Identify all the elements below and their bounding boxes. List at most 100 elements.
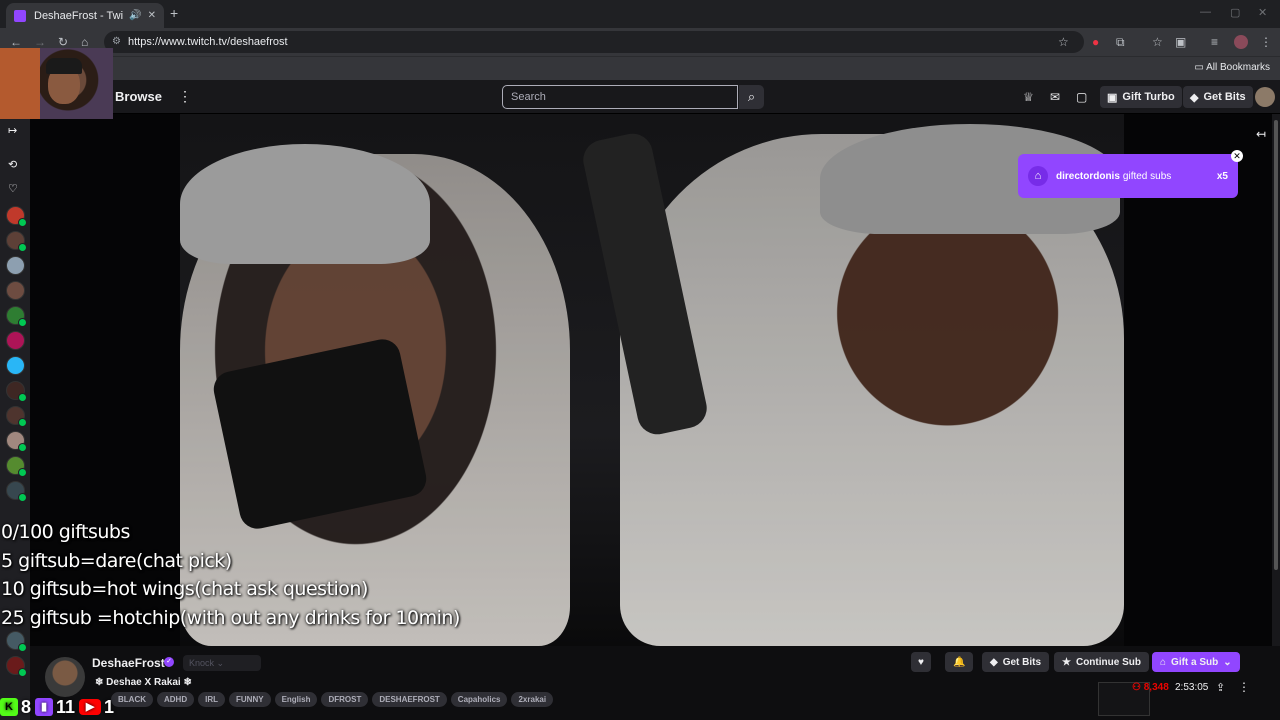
- reload-icon[interactable]: ↻: [58, 35, 68, 49]
- stream-title: ❄ Deshae X Rakai ❄: [95, 677, 192, 688]
- collapse-chat-icon[interactable]: ↤: [1256, 127, 1266, 141]
- search-input[interactable]: Search: [502, 85, 738, 109]
- channel-name[interactable]: DeshaeFrost: [92, 656, 165, 670]
- recommended-icon[interactable]: ⟲: [8, 158, 17, 171]
- speaker-icon[interactable]: 🔊: [129, 10, 141, 21]
- side-panel-icon[interactable]: ▣: [1175, 35, 1186, 49]
- followed-channel-avatar[interactable]: [6, 356, 25, 375]
- continue-sub-label: Continue Sub: [1075, 656, 1141, 668]
- site-info-icon[interactable]: ⚙: [112, 36, 121, 47]
- live-dot: [18, 218, 27, 227]
- tag[interactable]: BLACK: [111, 692, 153, 707]
- platform-viewer-counters: K 8 ▮ 11 ▶ 1: [0, 694, 114, 720]
- tag[interactable]: English: [274, 692, 318, 707]
- heart-icon: ♥: [918, 656, 924, 668]
- followed-channel-avatar[interactable]: [6, 656, 27, 677]
- twitch-logo-icon: ▮: [35, 698, 54, 716]
- home-icon[interactable]: ⌂: [81, 35, 88, 49]
- followed-channel-avatar[interactable]: [6, 281, 25, 300]
- overlay-line: 5 giftsub=dare(chat pick): [1, 549, 232, 572]
- browser-menu-icon[interactable]: ⋮: [1260, 35, 1272, 49]
- new-tab-button[interactable]: +: [170, 5, 178, 21]
- get-bits-top-button[interactable]: ◆ Get Bits: [1183, 86, 1253, 108]
- whispers-icon[interactable]: ▢: [1076, 90, 1087, 104]
- more-options-icon[interactable]: ⋮: [1238, 680, 1250, 694]
- extension-icon[interactable]: ●: [1092, 35, 1099, 49]
- followed-channel-avatar[interactable]: [6, 381, 27, 402]
- live-dot: [18, 393, 27, 402]
- chevron-down-icon: ⌄: [216, 658, 225, 668]
- all-bookmarks-button[interactable]: ▭ All Bookmarks: [1194, 62, 1270, 73]
- twitch-counter: ▮ 11: [35, 697, 75, 718]
- get-bits-button[interactable]: ◆ Get Bits: [982, 652, 1050, 672]
- user-avatar[interactable]: [1255, 87, 1275, 107]
- reading-list-icon[interactable]: ☆: [1152, 35, 1163, 49]
- gift-sub-goals-overlay: 0/100 giftsubs 5 giftsub=dare(chat pick)…: [1, 518, 460, 632]
- more-options-icon[interactable]: ⋮: [178, 88, 192, 105]
- gifter-username: directordonis: [1056, 170, 1120, 182]
- gifted-subs-notification[interactable]: ⌂ directordonis gifted subs x5: [1018, 154, 1238, 198]
- gift-a-sub-button[interactable]: ⌂ Gift a Sub ⌄: [1152, 652, 1240, 672]
- followed-channel-avatar[interactable]: [6, 306, 27, 327]
- back-icon[interactable]: ←: [10, 35, 22, 49]
- tab-close-icon[interactable]: ✕: [148, 10, 156, 21]
- followed-channel-avatar[interactable]: [6, 481, 27, 502]
- gift-count: x5: [1216, 170, 1228, 182]
- maximize-icon[interactable]: ▢: [1230, 6, 1240, 19]
- tag[interactable]: DESHAEFROST: [372, 692, 447, 707]
- gift-turbo-button[interactable]: ▣ Gift Turbo: [1100, 86, 1182, 108]
- browser-toolbar: ← → ↻ ⌂ ⚙ https://www.twitch.tv/deshaefr…: [0, 28, 1280, 56]
- extensions-puzzle-icon[interactable]: ⧉: [1116, 35, 1125, 50]
- followed-channel-avatar[interactable]: [6, 456, 27, 477]
- share-icon[interactable]: ⇪: [1216, 681, 1225, 694]
- twitch-count: 11: [56, 696, 76, 717]
- kick-counter: K 8: [0, 697, 31, 718]
- close-notification-icon[interactable]: ✕: [1231, 150, 1243, 162]
- window-close-icon[interactable]: ✕: [1258, 6, 1267, 19]
- stream-uptime: 2:53:05: [1175, 682, 1209, 693]
- followed-heart-icon[interactable]: ♡: [8, 182, 18, 195]
- followed-channel-avatar[interactable]: [6, 431, 27, 452]
- tag[interactable]: 2xrakai: [511, 692, 554, 707]
- kick-logo-icon: K: [0, 698, 18, 716]
- continue-sub-button[interactable]: ★ Continue Sub: [1054, 652, 1149, 672]
- knock-button[interactable]: Knock ⌄: [183, 655, 261, 671]
- tag[interactable]: FUNNY: [229, 692, 271, 707]
- tag[interactable]: Capaholics: [450, 692, 508, 707]
- followed-channel-avatar[interactable]: [6, 256, 25, 275]
- drops-crown-icon[interactable]: ♕: [1023, 90, 1034, 104]
- tag[interactable]: DFROST: [321, 692, 369, 707]
- inbox-icon[interactable]: ✉: [1050, 90, 1060, 104]
- verified-badge-icon: ✓: [164, 657, 174, 667]
- expand-sidebar-icon[interactable]: ↦: [8, 124, 17, 137]
- followed-channel-avatar[interactable]: [6, 631, 27, 652]
- followed-channel-avatar[interactable]: [6, 406, 27, 427]
- stream-tags: BLACK ADHD IRL FUNNY English DFROST DESH…: [111, 692, 554, 707]
- tag[interactable]: ADHD: [157, 692, 195, 707]
- minimize-icon[interactable]: —: [1200, 6, 1211, 18]
- live-dot: [18, 643, 27, 652]
- tab-title: DeshaeFrost - Twitch: [34, 9, 124, 22]
- bookmark-star-icon[interactable]: ☆: [1058, 35, 1069, 49]
- channel-avatar[interactable]: [45, 657, 85, 697]
- gift-message: gifted subs: [1122, 170, 1172, 182]
- live-dot: [18, 668, 27, 677]
- scrollbar-thumb[interactable]: [1274, 120, 1278, 570]
- followed-channel-avatar[interactable]: [6, 206, 27, 227]
- address-bar[interactable]: ⚙ https://www.twitch.tv/deshaefrost: [104, 31, 1084, 53]
- follow-heart-button[interactable]: ♥: [911, 652, 931, 672]
- viewer-count-value: 8,348: [1143, 682, 1169, 693]
- followed-channel-avatar[interactable]: [6, 231, 27, 252]
- browse-link[interactable]: Browse: [115, 89, 162, 104]
- followed-channel-avatar[interactable]: [6, 331, 25, 350]
- notifications-bell-button[interactable]: 🔔: [945, 652, 974, 672]
- search-icon[interactable]: ⌕: [739, 85, 764, 109]
- browser-tab[interactable]: DeshaeFrost - Twitch 🔊 ✕: [6, 3, 164, 28]
- forward-icon[interactable]: →: [34, 35, 46, 49]
- page-scrollbar[interactable]: [1272, 114, 1280, 646]
- video-flat-cap-left: [180, 144, 430, 264]
- media-icon[interactable]: ≡: [1211, 35, 1218, 49]
- youtube-count: 1: [104, 696, 115, 717]
- browser-profile-icon[interactable]: [1234, 35, 1248, 49]
- tag[interactable]: IRL: [198, 692, 225, 707]
